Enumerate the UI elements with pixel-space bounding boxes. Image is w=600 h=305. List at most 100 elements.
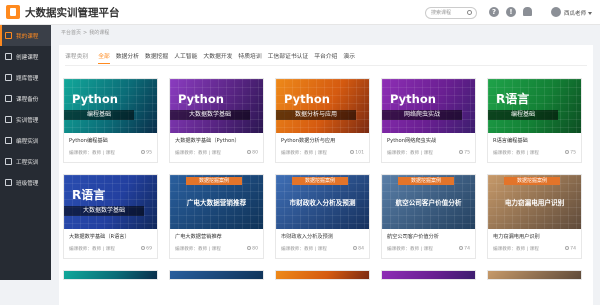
- course-cover: Python 网络爬虫实战: [382, 79, 475, 133]
- user-icon: [247, 246, 252, 250]
- course-meta: 编课教师：教师 | 课程: [387, 151, 433, 156]
- sidebar-item-training[interactable]: 实训管理: [0, 109, 51, 130]
- cover-main: Python: [178, 92, 224, 106]
- course-card-partial[interactable]: [487, 270, 582, 280]
- student-count: 75: [459, 150, 470, 156]
- search-input[interactable]: 搜索课程: [425, 7, 477, 19]
- search-placeholder: 搜索课程: [431, 10, 452, 16]
- course-card-partial[interactable]: [275, 270, 370, 280]
- student-count: 69: [141, 246, 152, 252]
- tab-ai[interactable]: 人工智能: [174, 52, 197, 64]
- user-name: 西瓜老师: [564, 11, 587, 17]
- tab-bigdata-dev[interactable]: 大数据开发: [203, 52, 232, 64]
- course-panel: 课程类别 全部 数据分析 数据挖掘 人工智能 大数据开发 特质培训 工信部证书认…: [59, 45, 593, 305]
- user-icon: [353, 246, 358, 250]
- cover-main: 航空公司客户价值分析: [395, 199, 462, 207]
- tab-data-analysis[interactable]: 数据分析: [116, 52, 139, 64]
- tab-data-mining[interactable]: 数据挖掘: [145, 52, 168, 64]
- tab-platform-intro[interactable]: 平台介绍: [314, 52, 337, 64]
- course-title[interactable]: 广电大数据营销推荐: [175, 233, 222, 240]
- code-icon: [5, 137, 12, 144]
- cover-sub: 编程基础: [488, 110, 558, 120]
- course-title[interactable]: Python网络爬虫实战: [387, 137, 436, 144]
- sidebar-item-class-management[interactable]: 班级管理: [0, 172, 51, 193]
- course-card[interactable]: R语言 编程基础 R语言编程基础 编课教师：教师 | 课程 75: [487, 78, 582, 163]
- sidebar-item-coding-training[interactable]: 编程实训: [0, 130, 51, 151]
- cover-main: Python: [72, 92, 118, 106]
- case-tag: 数据挖掘案例: [186, 177, 242, 185]
- course-card-partial[interactable]: [63, 270, 158, 280]
- course-card[interactable]: Python 编程基础 Python编程基础 编课教师：教师 | 课程 95: [63, 78, 158, 163]
- course-card[interactable]: Python 大数据数学基础 大数据数学基础（Python） 编课教师：教师 |…: [169, 78, 264, 163]
- sidebar-item-label: 编程实训: [16, 138, 39, 145]
- breadcrumb-separator: >: [83, 30, 88, 36]
- course-title[interactable]: Python数据分析与应用: [281, 137, 335, 144]
- course-card[interactable]: Python 网络爬虫实战 Python网络爬虫实战 编课教师：教师 | 课程 …: [381, 78, 476, 163]
- sidebar-item-label: 创建课程: [16, 54, 39, 61]
- course-card[interactable]: 数据挖掘案例 市财政收入分析及预测 市财政收入分析及预测 编课教师：教师 | 课…: [275, 174, 370, 259]
- tab-all[interactable]: 全部: [98, 52, 110, 64]
- course-title[interactable]: 航空公司客户价值分析: [387, 233, 439, 240]
- cover-main: R语言: [496, 92, 530, 106]
- breadcrumb-root[interactable]: 平台首页: [61, 30, 81, 36]
- course-title[interactable]: 电力窃漏电用户识别: [493, 233, 540, 240]
- course-cover: 数据挖掘案例 电力窃漏电用户识别: [488, 175, 581, 229]
- cover-main: 广电大数据营销推荐: [186, 199, 247, 207]
- help-icon[interactable]: ?: [489, 7, 499, 17]
- sidebar-item-course-backup[interactable]: 课程备份: [0, 88, 51, 109]
- course-card-partial[interactable]: [381, 270, 476, 280]
- sidebar-item-label: 实训管理: [16, 117, 39, 124]
- course-title[interactable]: 大数据数学基础（Python）: [175, 137, 240, 144]
- gear-icon: [5, 116, 12, 123]
- course-cover: Python 编程基础: [64, 79, 157, 133]
- bell-icon[interactable]: [523, 7, 532, 16]
- sidebar-item-label: 课程备份: [16, 96, 39, 103]
- sidebar: 我的课程 创建课程 题库管理 课程备份 实训管理 编程实训 工程实训 班级管理: [0, 25, 51, 280]
- sidebar-item-my-courses[interactable]: 我的课程: [0, 25, 51, 46]
- tab-certification[interactable]: 工信部证书认证: [268, 52, 309, 64]
- user-icon: [459, 150, 464, 154]
- course-card[interactable]: Python 数据分析与应用 Python数据分析与应用 编课教师：教师 | 课…: [275, 78, 370, 163]
- course-card[interactable]: 数据挖掘案例 广电大数据营销推荐 广电大数据营销推荐 编课教师：教师 | 课程 …: [169, 174, 264, 259]
- cover-sub: 大数据数学基础: [64, 206, 144, 216]
- database-icon: [5, 74, 12, 81]
- user-icon: [141, 150, 146, 154]
- course-title[interactable]: R语言编程基础: [493, 137, 528, 144]
- tab-special-training[interactable]: 特质培训: [238, 52, 261, 64]
- search-icon[interactable]: [467, 10, 472, 15]
- user-icon: [459, 246, 464, 250]
- course-meta: 编课教师：教师 | 课程: [493, 151, 539, 156]
- course-title[interactable]: Python编程基础: [69, 137, 108, 144]
- user-menu[interactable]: 西瓜老师: [564, 9, 593, 17]
- student-count: 101: [350, 150, 364, 156]
- category-label: 课程类别: [65, 54, 89, 60]
- course-cover: 数据挖掘案例 航空公司客户价值分析: [382, 175, 475, 229]
- sidebar-item-engineering-training[interactable]: 工程实训: [0, 151, 51, 172]
- course-title[interactable]: 市财政收入分析及预测: [281, 233, 333, 240]
- sidebar-item-question-bank[interactable]: 题库管理: [0, 67, 51, 88]
- course-card[interactable]: 数据挖掘案例 电力窃漏电用户识别 电力窃漏电用户识别 编课教师：教师 | 课程 …: [487, 174, 582, 259]
- logo-icon: [6, 5, 20, 19]
- course-card[interactable]: R语言 大数据数学基础 大数据数学基础（R语言） 编课教师：教师 | 课程 69: [63, 174, 158, 259]
- case-tag: 数据挖掘案例: [398, 177, 454, 185]
- student-count: 74: [565, 246, 576, 252]
- course-card[interactable]: 数据挖掘案例 航空公司客户价值分析 航空公司客户价值分析 编课教师：教师 | 课…: [381, 174, 476, 259]
- sidebar-item-label: 工程实训: [16, 159, 39, 166]
- course-meta: 编课教师：教师 | 课程: [387, 247, 433, 252]
- avatar-icon[interactable]: [551, 7, 561, 17]
- cover-sub: 编程基础: [64, 110, 134, 120]
- user-icon: [565, 246, 570, 250]
- info-icon[interactable]: !: [506, 7, 516, 17]
- cover-sub: 网络爬虫实战: [382, 110, 462, 120]
- course-card-partial[interactable]: [169, 270, 264, 280]
- course-meta: 编课教师：教师 | 课程: [69, 247, 115, 252]
- category-tabs: 课程类别 全部 数据分析 数据挖掘 人工智能 大数据开发 特质培训 工信部证书认…: [65, 52, 361, 64]
- course-meta: 编课教师：教师 | 课程: [493, 247, 539, 252]
- app-title: 大数据实训管理平台: [25, 7, 120, 19]
- sidebar-item-create-course[interactable]: 创建课程: [0, 46, 51, 67]
- course-title[interactable]: 大数据数学基础（R语言）: [69, 233, 130, 240]
- chevron-down-icon: [588, 12, 593, 15]
- user-icon: [247, 150, 252, 154]
- tab-demo[interactable]: 演示: [343, 52, 355, 64]
- course-cover: Python 数据分析与应用: [276, 79, 369, 133]
